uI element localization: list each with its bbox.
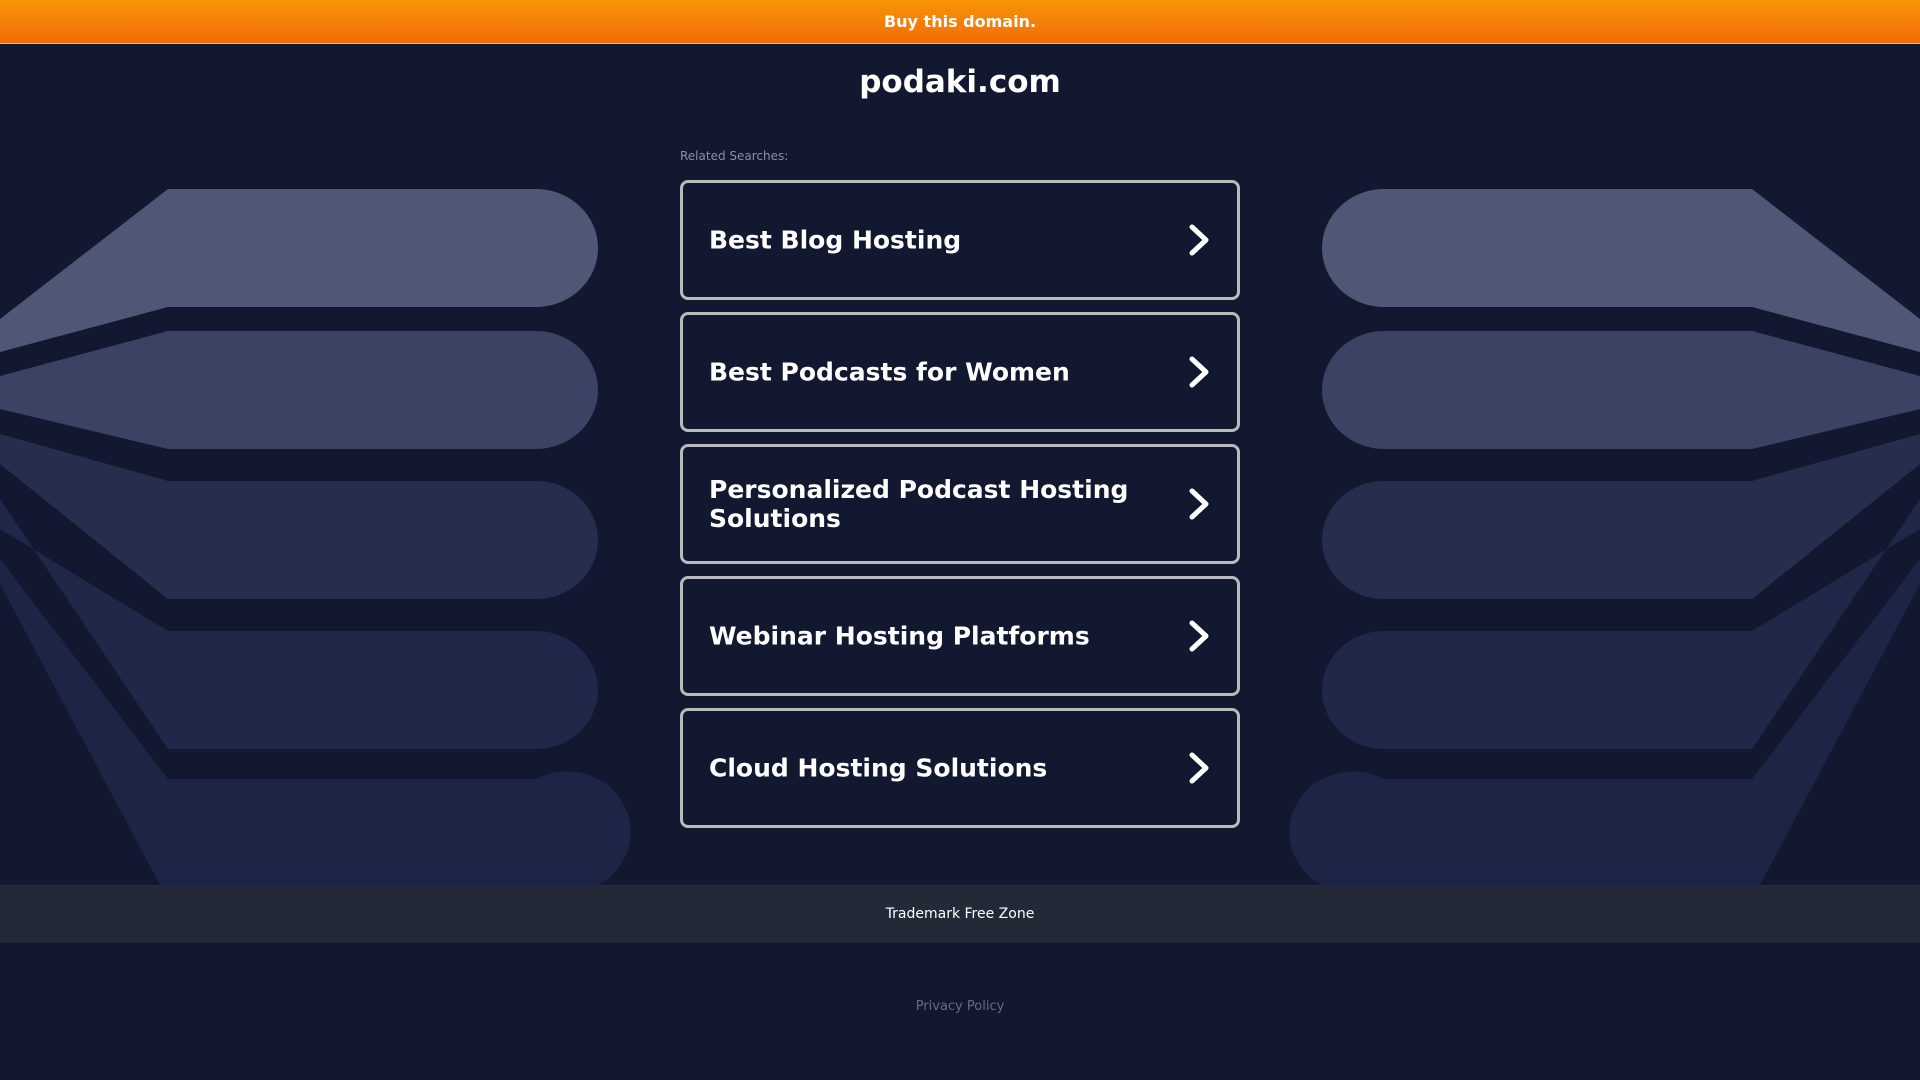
privacy-policy-link[interactable]: Privacy Policy	[0, 999, 1920, 1014]
right-decor	[1289, 189, 1920, 885]
buy-domain-banner[interactable]: Buy this domain.	[0, 0, 1920, 44]
related-search-item[interactable]: Webinar Hosting Platforms	[680, 576, 1240, 696]
related-search-label: Best Blog Hosting	[709, 225, 962, 255]
related-search-label: Cloud Hosting Solutions	[709, 753, 1048, 783]
chevron-right-icon	[1189, 224, 1209, 256]
chevron-right-icon	[1189, 488, 1209, 520]
buy-domain-link[interactable]: Buy this domain.	[884, 12, 1036, 31]
site-title: podaki.com	[859, 64, 1061, 100]
related-search-item[interactable]: Best Podcasts for Women	[680, 312, 1240, 432]
chevron-right-icon	[1189, 356, 1209, 388]
trademark-footer: Trademark Free Zone	[0, 885, 1920, 943]
chevron-right-icon	[1189, 620, 1209, 652]
trademark-text: Trademark Free Zone	[885, 906, 1035, 922]
related-search-label: Webinar Hosting Platforms	[709, 621, 1090, 651]
related-search-label: Best Podcasts for Women	[709, 357, 1070, 387]
related-search-item[interactable]: Personalized Podcast Hosting Solutions	[680, 444, 1240, 564]
related-search-item[interactable]: Cloud Hosting Solutions	[680, 708, 1240, 828]
chevron-right-icon	[1189, 752, 1209, 784]
left-decor	[0, 189, 631, 885]
related-searches-label: Related Searches:	[680, 149, 789, 163]
related-search-label: Personalized Podcast Hosting Solutions	[709, 475, 1129, 533]
related-search-item[interactable]: Best Blog Hosting	[680, 180, 1240, 300]
